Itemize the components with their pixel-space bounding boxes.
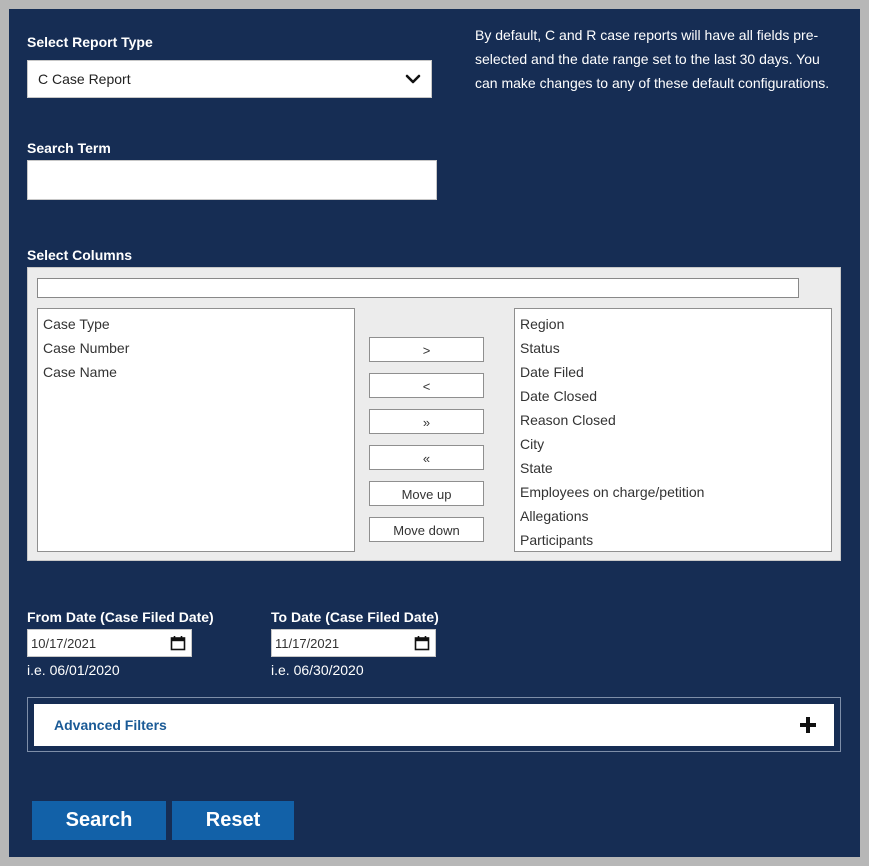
selected-column-option[interactable]: Allegations [515,504,831,528]
calendar-icon[interactable] [170,635,186,651]
search-term-input[interactable] [27,160,437,200]
selected-column-option[interactable]: City [515,432,831,456]
report-form-panel: Select Report Type C Case Report By defa… [9,9,860,857]
selected-column-option[interactable]: Reason Closed [515,408,831,432]
to-date-value: 11/17/2021 [275,636,340,651]
report-type-select[interactable]: C Case Report [27,60,432,98]
selected-column-option[interactable]: Date Filed [515,360,831,384]
reset-button[interactable]: Reset [172,801,294,840]
selected-columns-list[interactable]: Region Status Date Filed Date Closed Rea… [514,308,832,552]
from-date-label: From Date (Case Filed Date) [27,609,214,625]
chevron-down-icon [405,74,421,84]
search-term-label: Search Term [27,140,111,156]
selected-column-option[interactable]: Employees on charge/petition [515,480,831,504]
advanced-filters-label: Advanced Filters [54,717,167,733]
move-right-button[interactable]: > [369,337,484,362]
available-column-option[interactable]: Case Number [38,336,354,360]
move-left-button[interactable]: < [369,373,484,398]
move-up-button[interactable]: Move up [369,481,484,506]
available-columns-list[interactable]: Case Type Case Number Case Name [37,308,355,552]
move-all-left-button[interactable]: « [369,445,484,470]
from-date-input[interactable]: 10/17/2021 [27,629,192,657]
from-date-value: 10/17/2021 [31,636,97,651]
plus-icon [800,717,816,733]
default-info-text: By default, C and R case reports will ha… [475,27,830,91]
move-down-button[interactable]: Move down [369,517,484,542]
to-date-hint: i.e. 06/30/2020 [271,662,364,678]
select-columns-label: Select Columns [27,247,133,263]
advanced-filters-section: Advanced Filters [27,697,841,752]
selected-column-option[interactable]: Participants [515,528,831,551]
available-column-option[interactable]: Case Type [38,312,354,336]
calendar-icon[interactable] [414,635,430,651]
move-all-right-button[interactable]: » [369,409,484,434]
available-column-option[interactable]: Case Name [38,360,354,384]
column-picker: Case Type Case Number Case Name > < » « … [27,267,841,561]
selected-column-option[interactable]: Status [515,336,831,360]
selected-column-option[interactable]: Region [515,312,831,336]
column-filter-input[interactable] [37,278,799,298]
to-date-input[interactable]: 11/17/2021 [271,629,436,657]
selected-column-option[interactable]: Date Closed [515,384,831,408]
from-date-hint: i.e. 06/01/2020 [27,662,120,678]
advanced-filters-toggle[interactable]: Advanced Filters [34,704,834,746]
search-button[interactable]: Search [32,801,166,840]
selected-column-option[interactable]: State [515,456,831,480]
report-type-value: C Case Report [38,71,131,87]
report-type-label: Select Report Type [27,34,153,50]
to-date-label: To Date (Case Filed Date) [271,609,439,625]
